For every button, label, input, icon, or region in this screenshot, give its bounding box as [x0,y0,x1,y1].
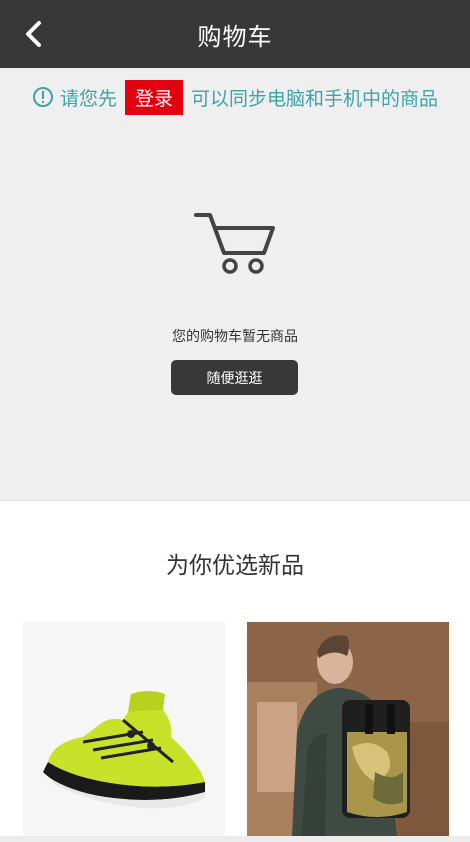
shopping-cart-icon [194,213,275,274]
page-title: 购物车 [197,22,273,51]
recommend-title: 为你优选新品 [166,553,304,579]
login-notice: 请您先 登录 可以同步电脑和手机中的商品 [0,68,470,126]
notice-text-after: 可以同步电脑和手机中的商品 [191,87,439,110]
empty-cart-panel [0,126,470,500]
product-card[interactable] [23,622,225,836]
info-circle-icon [32,87,53,107]
chevron-left-icon [26,21,41,47]
empty-cart-message: 您的购物车暂无商品 [172,329,298,345]
top-bar: 购物车 [0,0,470,68]
notice-text-before: 请您先 [59,87,117,110]
back-button[interactable] [18,18,50,50]
login-button[interactable]: 登录 [124,79,183,115]
backpack-model-image [247,622,449,836]
sneaker-image [23,622,225,836]
product-card[interactable] [247,622,449,836]
bottom-divider [0,836,470,842]
section-divider [0,500,470,501]
browse-button[interactable]: 随便逛逛 [171,360,298,395]
